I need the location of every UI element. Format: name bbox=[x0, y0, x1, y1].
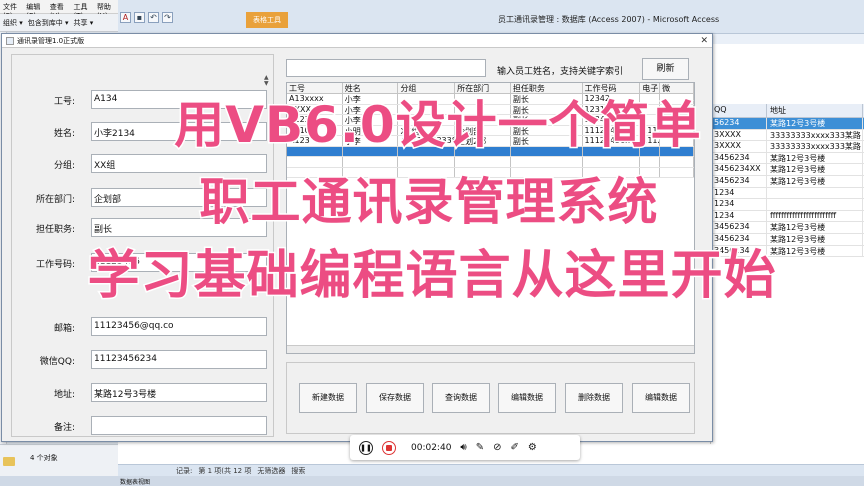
include-library-button[interactable]: 包含到库中 ▾ bbox=[28, 18, 69, 27]
datasheet-view-label: 数据表视图 bbox=[120, 479, 151, 486]
record-position[interactable]: 第 1 项(共 12 项 bbox=[198, 466, 251, 476]
record-navigator: 记录: 第 1 项(共 12 项 无筛选器 搜索 bbox=[176, 466, 305, 476]
record-label: 记录: bbox=[176, 467, 193, 475]
field-row-notes: 备注: bbox=[12, 416, 275, 436]
label-email: 邮箱: bbox=[53, 324, 75, 334]
object-count: 4 个对象 bbox=[30, 454, 58, 462]
view-status: 数据表视图 bbox=[0, 476, 864, 486]
field-row-address: 地址: 某路12号3号楼 bbox=[12, 383, 275, 403]
mic-muted-icon[interactable]: ⊘ bbox=[493, 442, 501, 453]
menu-edit[interactable]: 编辑(E) bbox=[26, 2, 44, 20]
label-qq: 微信QQ: bbox=[39, 357, 75, 367]
input-address[interactable]: 某路12号3号楼 bbox=[91, 383, 267, 402]
input-qq[interactable]: 11123456234 bbox=[91, 350, 267, 369]
save-data-button[interactable]: 保存数据 bbox=[366, 383, 424, 413]
volume-icon[interactable]: 🔊︎ bbox=[460, 442, 466, 453]
video-player-bar: ❚❚ 00:02:40 🔊︎ ✎ ⊘ ✐ ⚙ bbox=[350, 435, 580, 460]
overlay-title-line3: 学习基础编程语言从这里开始 bbox=[86, 245, 777, 308]
pause-icon[interactable]: ❚❚ bbox=[359, 440, 373, 455]
search-hint: 输入员工姓名，支持关键字索引 bbox=[497, 67, 624, 77]
vb-window-title: 通讯录管理1.0正式版 bbox=[17, 36, 85, 45]
explorer-menubar: 文件(F) 编辑(E) 查看(V) 工具(T) 帮助(H) bbox=[0, 0, 118, 20]
share-button[interactable]: 共享 ▾ bbox=[74, 18, 94, 27]
menu-view[interactable]: 查看(V) bbox=[50, 2, 68, 20]
field-row-qq: 微信QQ: 11123456234 bbox=[12, 350, 275, 370]
edit-data-button-2[interactable]: 编辑数据 bbox=[632, 383, 690, 413]
undo-icon[interactable]: ↶ bbox=[148, 12, 159, 23]
query-data-button[interactable]: 查询数据 bbox=[432, 383, 490, 413]
overlay-title-line2: 职工通讯录管理系统 bbox=[198, 172, 659, 233]
record-search[interactable]: 搜索 bbox=[291, 466, 305, 476]
input-notes[interactable] bbox=[91, 416, 267, 435]
access-window-title: 员工通讯录管理 : 数据库 (Access 2007) - Microsoft … bbox=[498, 15, 720, 24]
explorer-toolbar: 组织 ▾ 包含到库中 ▾ 共享 ▾ bbox=[0, 14, 118, 32]
access-logo-icon: A bbox=[120, 12, 131, 23]
label-address: 地址: bbox=[53, 390, 75, 400]
input-email[interactable]: 11123456@qq.co bbox=[91, 317, 267, 336]
menu-file[interactable]: 文件(F) bbox=[3, 2, 20, 20]
explorer-status: 4 个对象 bbox=[0, 444, 118, 476]
organize-button[interactable]: 组织 ▾ bbox=[3, 18, 23, 27]
filter-indicator[interactable]: 无筛选器 bbox=[257, 466, 285, 476]
vb-title-bar: 通讯录管理1.0正式版 bbox=[2, 34, 712, 48]
search-input[interactable] bbox=[286, 59, 486, 77]
access-title-bar: A ▪ ↶ ↷ 表格工具 员工通讯录管理 : 数据库 (Access 2007)… bbox=[118, 0, 864, 34]
action-buttons-frame: 新建数据 保存数据 查询数据 编辑数据 删除数据 编辑数据 bbox=[286, 362, 695, 434]
app-icon bbox=[6, 36, 14, 45]
stop-record-icon[interactable] bbox=[382, 440, 396, 455]
save-icon[interactable]: ▪ bbox=[134, 12, 145, 23]
menu-help[interactable]: 帮助(H) bbox=[97, 2, 115, 20]
mic-icon[interactable]: ✎ bbox=[476, 442, 484, 453]
settings-icon[interactable]: ⚙ bbox=[528, 442, 537, 453]
field-row-email: 邮箱: 11123456@qq.co bbox=[12, 317, 275, 337]
new-data-button[interactable]: 新建数据 bbox=[299, 383, 357, 413]
edit-data-button[interactable]: 编辑数据 bbox=[498, 383, 556, 413]
overlay-title-line1: 用VB6.0设计一个简单 bbox=[173, 95, 702, 156]
folder-icon bbox=[3, 457, 15, 466]
quick-access-toolbar: A ▪ ↶ ↷ bbox=[120, 12, 173, 23]
pen-icon[interactable]: ✐ bbox=[511, 442, 519, 453]
grid-horizontal-scrollbar[interactable] bbox=[287, 345, 694, 353]
playback-time: 00:02:40 bbox=[411, 442, 452, 453]
close-icon[interactable]: ✕ bbox=[700, 36, 708, 46]
table-tools-tab[interactable]: 表格工具 bbox=[246, 12, 288, 28]
delete-data-button[interactable]: 删除数据 bbox=[565, 383, 623, 413]
redo-icon[interactable]: ↷ bbox=[162, 12, 173, 23]
label-notes: 备注: bbox=[53, 423, 75, 433]
menu-tools[interactable]: 工具(T) bbox=[74, 2, 91, 20]
refresh-button[interactable]: 刷新 bbox=[642, 58, 689, 80]
